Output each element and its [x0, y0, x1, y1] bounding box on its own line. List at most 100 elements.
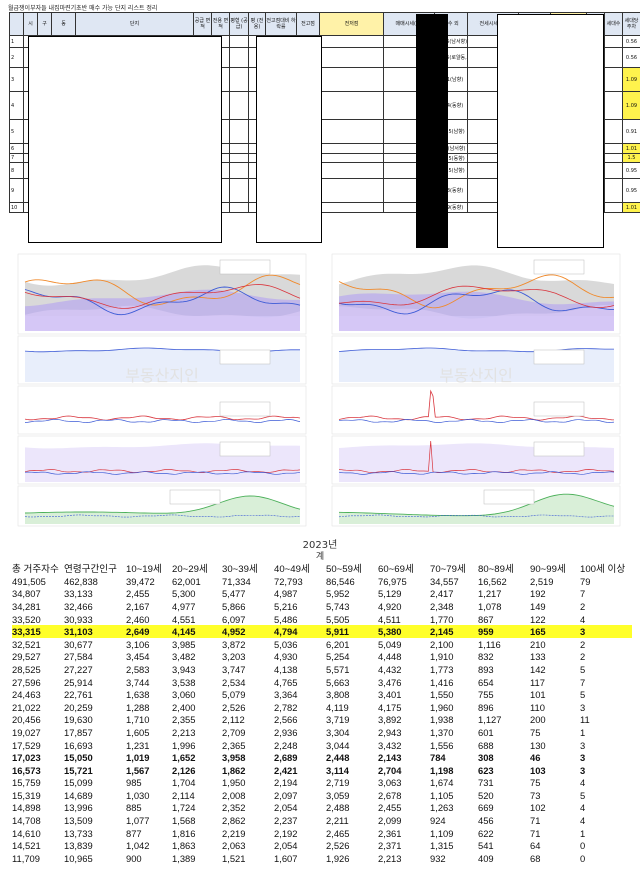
stats-cell: 3,364 [274, 689, 298, 701]
apt-parking-ratio: 1.09 [622, 67, 640, 92]
stats-cell: 2,534 [222, 676, 246, 688]
stats-cell: 192 [530, 588, 546, 600]
stats-cell: 1,996 [172, 739, 196, 751]
stats-cell: 75 [530, 777, 541, 789]
stats-cell: 13,509 [64, 815, 93, 827]
stats-cell: 3,203 [222, 651, 246, 663]
stats-cell: 1,416 [430, 676, 454, 688]
stats-cell: 2,526 [326, 840, 350, 852]
apt-row-number: 10 [9, 202, 24, 213]
stats-cell: 17,529 [12, 739, 41, 751]
apt-row-number: 6 [9, 143, 24, 154]
apt-cell [604, 91, 623, 120]
stats-cell: 4,952 [222, 625, 274, 638]
stats-cell: 28,525 [12, 663, 41, 675]
stats-cell: 832 [478, 651, 494, 663]
stats-cell: 5 [580, 689, 586, 701]
apt-parking-ratio: 0.95 [622, 178, 640, 203]
apt-cell [229, 67, 249, 92]
stats-cell: 142 [530, 663, 546, 675]
stats-cell: 1,638 [126, 689, 150, 701]
stats-cell: 2,936 [274, 726, 298, 738]
stats-cell: 34,807 [12, 588, 41, 600]
apt-header-cell: 세대수 [604, 12, 623, 36]
stats-cell: 5,036 [274, 638, 298, 650]
stats-cell: 16,573 [12, 764, 41, 776]
stats-cell: 1,607 [274, 852, 298, 864]
stats-header-cell: 80~89세 [478, 564, 514, 575]
apt-cell [319, 35, 384, 48]
redaction-block-gap [497, 14, 604, 248]
stats-cell: 1 [580, 827, 586, 839]
stats-cell: 2 [580, 638, 586, 650]
legend-box [169, 489, 221, 505]
stats-cell: 2,054 [274, 802, 298, 814]
stats-cell: 102 [530, 802, 546, 814]
stats-cell: 3,060 [172, 689, 196, 701]
apt-row-number: 7 [9, 153, 24, 163]
stats-cell: 1,263 [430, 802, 454, 814]
apt-row-number: 3 [9, 67, 24, 92]
stats-cell: 4,448 [378, 651, 402, 663]
stats-cell: 3 [580, 764, 586, 776]
stats-cell: 7 [580, 588, 586, 600]
apt-header-cell: 구 [37, 12, 52, 36]
apt-cell [319, 91, 384, 120]
stats-cell: 2,371 [378, 840, 402, 852]
stats-cell: 0 [580, 852, 586, 864]
stats-cell: 122 [530, 613, 546, 625]
stats-cell: 2,348 [430, 600, 454, 612]
stats-cell: 1,862 [222, 764, 246, 776]
stats-cell: 71 [530, 815, 541, 827]
stats-cell: 4 [580, 777, 586, 789]
stats-cell: 5,743 [326, 600, 350, 612]
apt-parking-ratio: 0.56 [622, 47, 640, 68]
stats-row: 29,527 27,584 3,454 3,482 3,203 4,930 5,254 4,4… [12, 651, 632, 664]
stats-cell: 5,486 [274, 613, 298, 625]
stats-cell: 3,482 [172, 651, 196, 663]
stats-cell: 1,816 [172, 827, 196, 839]
stats-cell: 5,477 [222, 588, 246, 600]
stats-cell: 14,521 [12, 840, 41, 852]
stats-cell: 688 [478, 739, 494, 751]
apt-cell [229, 178, 249, 203]
stats-cell: 7 [580, 676, 586, 688]
apt-parking-ratio: 1.01 [622, 143, 640, 154]
stats-header-cell: 40~49세 [274, 564, 310, 575]
stats-header-cell: 10~19세 [126, 564, 162, 575]
stats-cell: 3,943 [172, 663, 196, 675]
stats-cell: 1,217 [478, 588, 502, 600]
stats-cell: 731 [478, 777, 494, 789]
stats-cell: 2,365 [222, 739, 246, 751]
stats-cell: 3 [580, 625, 632, 638]
stats-cell: 3,985 [172, 638, 196, 650]
stats-cell: 14,708 [12, 815, 41, 827]
apt-cell [604, 202, 623, 213]
stats-cell: 4,145 [172, 625, 222, 638]
stats-cell: 2,583 [126, 663, 150, 675]
stats-row: 27,596 25,914 3,744 3,538 2,534 4,765 5,663 3,4… [12, 676, 632, 689]
legend-box [219, 441, 271, 457]
stats-cell: 3,538 [172, 676, 196, 688]
stats-cell: 39,472 [126, 575, 155, 587]
stats-row: 14,898 13,996 885 1,724 2,352 2,054 2,488 2,455… [12, 802, 632, 815]
stats-cell: 15,099 [64, 777, 93, 789]
stats-cell: 755 [478, 689, 494, 701]
stats-cell: 308 [478, 752, 494, 764]
stats-cell: 68 [530, 852, 541, 864]
stats-row: 33,520 30,933 2,460 4,551 6,097 5,486 5,505 4,5… [12, 613, 632, 626]
stats-cell: 924 [430, 815, 446, 827]
stats-header-cell: 연령구간인구 [64, 564, 117, 575]
stats-cell: 3,063 [378, 777, 402, 789]
stats-cell: 2,400 [172, 701, 196, 713]
stats-cell: 22,761 [64, 689, 93, 701]
stats-cell: 4,920 [378, 600, 402, 612]
stats-cell: 1,724 [172, 802, 196, 814]
stats-cell: 1,030 [126, 789, 150, 801]
stats-cell: 1,605 [126, 726, 150, 738]
stats-row: 34,807 33,133 2,455 5,300 5,477 4,987 5,952 5,1… [12, 588, 632, 601]
stats-cell: 19,027 [12, 726, 41, 738]
apt-parking-ratio: 0.95 [622, 162, 640, 179]
stats-cell: 1,231 [126, 739, 150, 751]
apt-row-number: 5 [9, 119, 24, 144]
